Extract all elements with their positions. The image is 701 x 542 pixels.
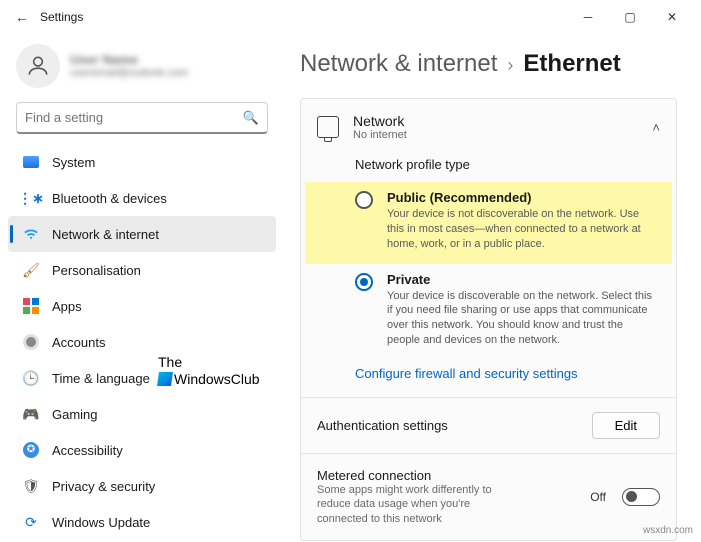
- firewall-link[interactable]: Configure firewall and security settings: [301, 360, 676, 397]
- nav-privacy[interactable]: 🛡Privacy & security: [8, 468, 276, 504]
- network-subtitle: No internet: [353, 129, 407, 141]
- edit-button[interactable]: Edit: [592, 412, 660, 439]
- metered-desc: Some apps might work differently to redu…: [317, 483, 517, 526]
- accessibility-icon: ✪: [22, 441, 40, 459]
- credit-text: wsxdn.com: [643, 525, 693, 536]
- titlebar: ← Settings ─ ▢ ✕: [0, 0, 701, 34]
- nav-time[interactable]: 🕒Time & language: [8, 360, 276, 396]
- nav-gaming[interactable]: 🎮Gaming: [8, 396, 276, 432]
- window-controls: ─ ▢ ✕: [567, 2, 693, 32]
- search-box[interactable]: 🔍: [16, 102, 268, 134]
- nav-windows-update[interactable]: ⟳Windows Update: [8, 504, 276, 540]
- auth-row: Authentication settings Edit: [301, 397, 676, 453]
- minimize-button[interactable]: ─: [567, 2, 609, 32]
- metered-toggle[interactable]: [622, 488, 660, 506]
- accounts-icon: [22, 333, 40, 351]
- network-card-header[interactable]: Network No internet ˄: [301, 99, 676, 155]
- wifi-icon: [22, 225, 40, 243]
- profile-public-option[interactable]: Public (Recommended) Your device is not …: [305, 182, 672, 264]
- user-meta: User Name useremail@outlook.com: [70, 52, 188, 81]
- monitor-icon: [317, 116, 339, 138]
- radio-public[interactable]: [355, 191, 373, 209]
- page-title: Ethernet: [523, 50, 620, 78]
- nav-list: System ⋮∗Bluetooth & devices Network & i…: [8, 144, 276, 540]
- nav-accounts[interactable]: Accounts: [8, 324, 276, 360]
- avatar: [16, 44, 60, 88]
- nav-accessibility[interactable]: ✪Accessibility: [8, 432, 276, 468]
- profile-private-title: Private: [387, 272, 656, 287]
- back-button[interactable]: ←: [8, 9, 36, 25]
- nav-network[interactable]: Network & internet: [8, 216, 276, 252]
- nav-bluetooth[interactable]: ⋮∗Bluetooth & devices: [8, 180, 276, 216]
- person-icon: [25, 53, 51, 79]
- profile-type-heading: Network profile type: [301, 155, 676, 182]
- close-button[interactable]: ✕: [651, 2, 693, 32]
- network-card: Network No internet ˄ Network profile ty…: [300, 98, 677, 541]
- shield-icon: 🛡: [22, 477, 40, 495]
- gaming-icon: 🎮: [22, 405, 40, 423]
- metered-state: Off: [590, 490, 606, 504]
- profile-private-option[interactable]: Private Your device is discoverable on t…: [301, 264, 676, 360]
- radio-private[interactable]: [355, 273, 373, 291]
- system-icon: [22, 153, 40, 171]
- update-icon: ⟳: [22, 513, 40, 531]
- auth-label: Authentication settings: [317, 418, 448, 433]
- chevron-right-icon: ›: [507, 55, 513, 76]
- brush-icon: 🖌: [22, 261, 40, 279]
- apps-icon: [22, 297, 40, 315]
- metered-row: Metered connection Some apps might work …: [301, 453, 676, 540]
- nav-personalisation[interactable]: 🖌Personalisation: [8, 252, 276, 288]
- bluetooth-icon: ⋮∗: [22, 189, 40, 207]
- chevron-up-icon: ˄: [652, 120, 660, 135]
- profile-public-title: Public (Recommended): [387, 190, 652, 205]
- sidebar: User Name useremail@outlook.com 🔍 System…: [0, 34, 280, 542]
- metered-label: Metered connection: [317, 468, 517, 483]
- network-title: Network: [353, 113, 407, 129]
- breadcrumb: Network & internet › Ethernet: [300, 50, 677, 78]
- search-icon: 🔍: [243, 110, 259, 126]
- search-input[interactable]: [25, 110, 243, 125]
- maximize-button[interactable]: ▢: [609, 2, 651, 32]
- main-pane: Network & internet › Ethernet Network No…: [280, 34, 701, 542]
- user-block[interactable]: User Name useremail@outlook.com: [8, 40, 276, 102]
- window-title: Settings: [40, 10, 83, 24]
- profile-private-desc: Your device is discoverable on the netwo…: [387, 289, 656, 348]
- breadcrumb-parent[interactable]: Network & internet: [300, 50, 497, 78]
- nav-apps[interactable]: Apps: [8, 288, 276, 324]
- profile-public-desc: Your device is not discoverable on the n…: [387, 207, 652, 252]
- clock-icon: 🕒: [22, 369, 40, 387]
- nav-system[interactable]: System: [8, 144, 276, 180]
